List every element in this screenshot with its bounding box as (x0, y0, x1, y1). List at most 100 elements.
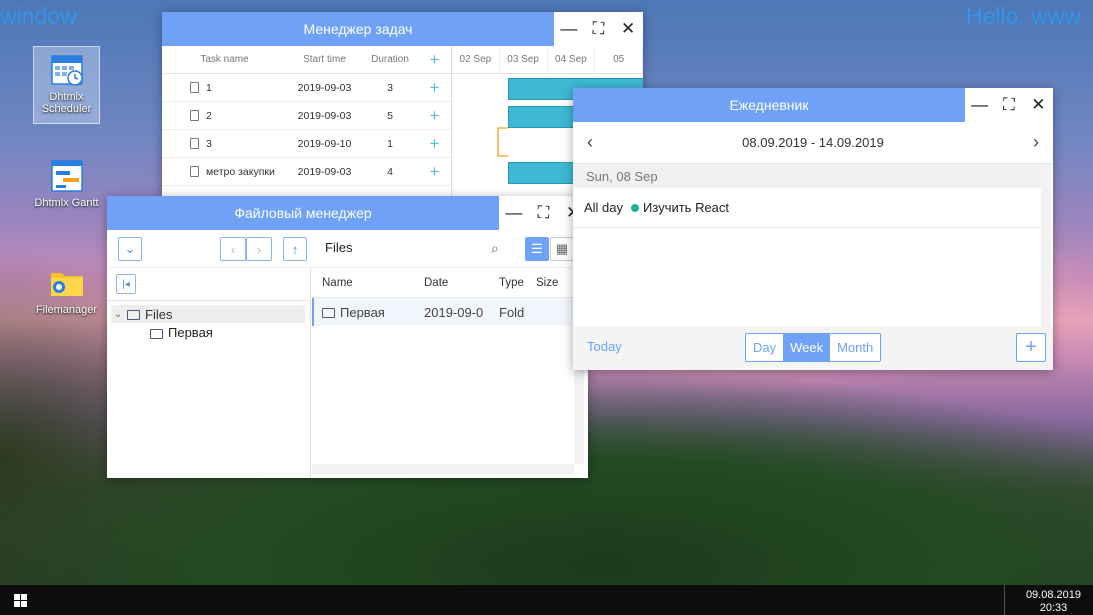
all-day-label: All day (584, 200, 624, 215)
desktop-icon-label: Filemanager (35, 304, 98, 316)
column-header-size[interactable]: Size (536, 277, 576, 289)
clock-time: 20:33 (1039, 602, 1068, 614)
collapse-sidebar-button[interactable]: |◂ (116, 274, 136, 294)
close-button[interactable]: ✕ (1028, 95, 1048, 115)
window-title: Файловый менеджер (107, 196, 499, 230)
file-date: 2019-09-0 (424, 304, 484, 320)
horizontal-scrollbar[interactable] (312, 464, 574, 474)
minimize-button[interactable]: — (504, 203, 524, 223)
task-name: 3 (206, 137, 212, 150)
chevron-down-icon: ⌄ (113, 308, 123, 320)
vertical-scrollbar[interactable] (1041, 164, 1051, 326)
add-subtask-button[interactable]: + (418, 106, 451, 126)
window-title: Ежедневник (573, 88, 965, 122)
close-button[interactable]: ✕ (618, 19, 638, 39)
task-start: 2019-09-03 (297, 165, 352, 178)
date-navigation: ‹ 08.09.2019 - 14.09.2019 › (573, 122, 1053, 164)
taskbar-divider (1004, 585, 1005, 615)
tree-node-files[interactable]: ⌄ Files (111, 305, 305, 323)
gantt-titlebar[interactable]: Менеджер задач — ⛶ ✕ (162, 12, 643, 46)
next-week-button[interactable]: › (1033, 132, 1039, 153)
date-range: 08.09.2019 - 14.09.2019 (742, 135, 884, 150)
add-event-button[interactable]: + (1016, 333, 1046, 362)
collapse-toolbar-button[interactable]: ⌄ (118, 237, 142, 261)
current-path: Files (325, 240, 353, 255)
windows-start-icon[interactable] (14, 594, 27, 607)
minimize-button[interactable]: — (970, 95, 990, 115)
scheduler-titlebar[interactable]: Ежедневник — ⛶ ✕ (573, 88, 1053, 122)
document-icon (190, 138, 199, 149)
gantt-icon (49, 158, 85, 194)
filemanager-toolbar: ⌄ ‹ › ↑ Files ⌕ ☰ ▦ (107, 230, 588, 268)
chevron-left-icon: ‹ (230, 241, 236, 257)
scheduler-body: Sun, 08 Sep All day Изучить React (573, 164, 1053, 326)
grid-icon: ▦ (555, 241, 569, 256)
task-name: метро закупки (206, 165, 275, 178)
list-view-button[interactable]: ☰ (525, 237, 549, 261)
scheduler-window: Ежедневник — ⛶ ✕ ‹ 08.09.2019 - 14.09.20… (573, 88, 1053, 370)
desktop-icon-filemanager[interactable]: Filemanager (33, 260, 100, 338)
maximize-button[interactable]: ⛶ (533, 203, 553, 223)
up-folder-button[interactable]: ↑ (283, 237, 307, 261)
task-name: 2 (206, 109, 212, 122)
view-day-button[interactable]: Day (746, 334, 784, 361)
view-week-button[interactable]: Week (783, 334, 831, 361)
list-icon: ☰ (531, 241, 543, 256)
tree-node-pervaya[interactable]: Первая (150, 325, 213, 340)
column-header-task-name[interactable]: Task name (162, 54, 287, 65)
window-title: Менеджер задач (162, 12, 554, 46)
taskbar: 09.08.2019 20:33 (0, 585, 1093, 615)
view-month-button[interactable]: Month (830, 334, 881, 361)
table-row[interactable]: 3 2019-09-10 1 + (162, 130, 451, 158)
day-header: Sun, 08 Sep (573, 164, 1041, 188)
table-row[interactable]: 1 2019-09-03 3 + (162, 74, 451, 102)
collapse-left-icon: |◂ (122, 278, 130, 290)
gantt-grid: Task name Start time Duration + 1 2019-0… (162, 46, 451, 186)
clock-date: 09.08.2019 (1025, 589, 1081, 601)
maximize-button[interactable]: ⛶ (588, 19, 608, 39)
folder-icon (322, 308, 335, 318)
file-type: Fold (499, 304, 525, 320)
folder-open-icon (127, 310, 140, 320)
filemanager-titlebar[interactable]: Файловый менеджер — ⛶ ✕ (107, 196, 588, 230)
folder-icon (150, 328, 163, 339)
filemanager-window: Файловый менеджер — ⛶ ✕ ⌄ ‹ › ↑ Files ⌕ … (107, 196, 588, 478)
back-button[interactable]: ‹ (220, 237, 246, 261)
event-dot-icon (631, 203, 640, 212)
document-icon (190, 166, 199, 177)
document-icon (190, 110, 199, 121)
tree-node-label: Files (145, 306, 173, 322)
table-row[interactable]: Первая 2019-09-0 Fold (312, 298, 588, 326)
add-task-button[interactable]: + (418, 50, 451, 70)
column-header-date[interactable]: Date (424, 277, 499, 289)
column-header-duration[interactable]: Duration (362, 54, 418, 65)
taskbar-clock[interactable]: 09.08.2019 20:33 (1026, 589, 1081, 615)
event-item[interactable]: Изучить React (643, 200, 729, 215)
table-row[interactable]: метро закупки 2019-09-03 4 + (162, 158, 451, 186)
prev-week-button[interactable]: ‹ (587, 132, 593, 153)
view-switcher: Day Week Month (745, 333, 882, 362)
add-subtask-button[interactable]: + (418, 134, 451, 154)
folder-search-icon (49, 265, 85, 301)
add-subtask-button[interactable]: + (418, 162, 451, 182)
column-header-start-time[interactable]: Start time (287, 54, 362, 65)
gantt-window: Менеджер задач — ⛶ ✕ Task name Start tim… (162, 12, 643, 202)
column-header-name[interactable]: Name (312, 277, 424, 289)
minimize-button[interactable]: — (559, 19, 579, 39)
column-header-type[interactable]: Type (499, 277, 536, 289)
double-chevron-down-icon: ⌄ (124, 241, 136, 256)
search-icon[interactable]: ⌕ (491, 240, 499, 257)
maximize-button[interactable]: ⛶ (999, 95, 1019, 115)
today-button[interactable]: Today (587, 339, 622, 354)
task-duration: 4 (387, 165, 393, 178)
desktop-icon-gantt[interactable]: Dhtmlx Gantt (33, 153, 100, 231)
desktop-icon-scheduler[interactable]: Dhtmlx Scheduler (33, 46, 100, 124)
file-name: Первая (340, 304, 385, 320)
desktop-icon-label: Dhtmlx Scheduler (41, 91, 92, 115)
task-name: 1 (206, 81, 212, 94)
arrow-up-icon: ↑ (291, 241, 299, 257)
forward-button[interactable]: › (246, 237, 272, 261)
table-row[interactable]: 2 2019-09-03 5 + (162, 102, 451, 130)
grid-view-button[interactable]: ▦ (550, 237, 574, 261)
add-subtask-button[interactable]: + (418, 78, 451, 98)
